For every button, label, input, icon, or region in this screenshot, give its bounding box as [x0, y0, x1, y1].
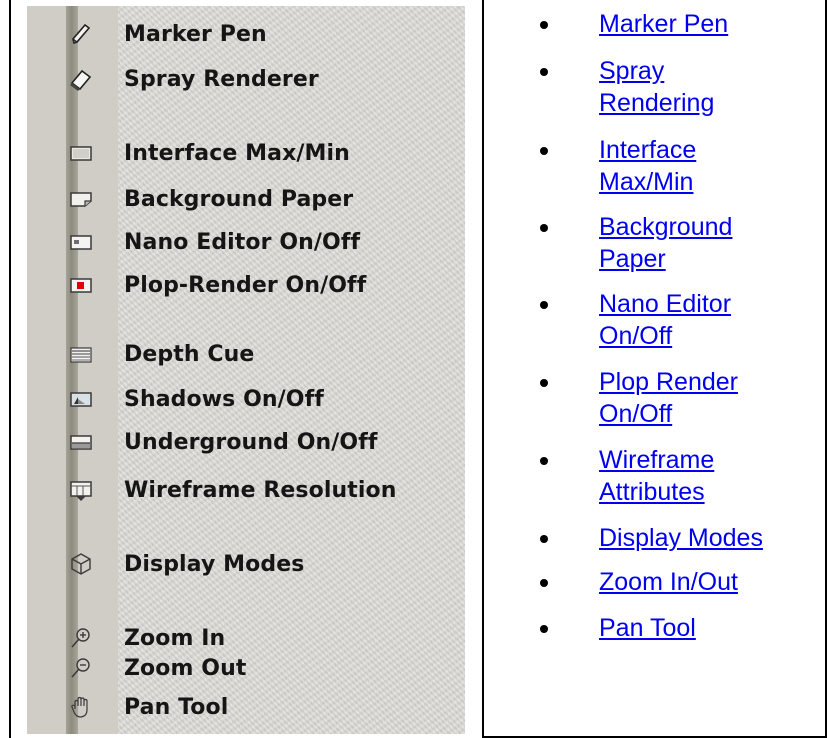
tool-depth-cue[interactable]: Depth Cue — [27, 338, 465, 372]
bullet-icon — [540, 224, 548, 232]
tool-shadows[interactable]: Shadows On/Off — [27, 383, 465, 417]
tool-interface-max-min[interactable]: Interface Max/Min — [27, 137, 465, 171]
table-border-middle — [482, 0, 484, 738]
shadows-icon — [69, 387, 93, 411]
bullet-icon — [540, 579, 548, 587]
bullet-icon — [540, 21, 548, 29]
marker-pen-icon — [69, 22, 93, 46]
tool-label: Marker Pen — [124, 22, 267, 47]
tool-label: Zoom In — [124, 626, 226, 651]
tool-label: Nano Editor On/Off — [124, 230, 361, 255]
link-spray-rendering[interactable]: Spray Rendering — [599, 55, 714, 119]
tool-label: Interface Max/Min — [124, 141, 350, 166]
link-interface-max-min[interactable]: Interface Max/Min — [599, 134, 696, 198]
tool-label: Wireframe Resolution — [124, 478, 397, 503]
tool-label: Shadows On/Off — [124, 387, 324, 412]
pan-tool-icon — [69, 695, 93, 719]
bullet-icon — [540, 379, 548, 387]
link-zoom-in-out[interactable]: Zoom In/Out — [599, 566, 738, 598]
bullet-icon — [540, 147, 548, 155]
plop-render-icon — [69, 273, 93, 297]
toolbar-panel: Marker Pen Spray Renderer Interface Max/… — [27, 6, 465, 734]
tool-label: Underground On/Off — [124, 430, 378, 455]
tool-label: Zoom Out — [124, 656, 247, 681]
background-paper-icon — [69, 187, 93, 211]
tool-zoom-in[interactable]: Zoom In — [27, 622, 465, 656]
tool-pan[interactable]: Pan Tool — [27, 691, 465, 725]
tool-marker-pen[interactable]: Marker Pen — [27, 18, 465, 52]
wireframe-resolution-icon — [69, 478, 93, 502]
bullet-icon — [540, 625, 548, 633]
underground-icon — [69, 430, 93, 454]
link-pan-tool[interactable]: Pan Tool — [599, 612, 696, 644]
bullet-icon — [540, 457, 548, 465]
link-wireframe-attributes[interactable]: Wireframe Attributes — [599, 444, 714, 508]
tool-label: Spray Renderer — [124, 67, 319, 92]
tool-label: Pan Tool — [124, 695, 229, 720]
nano-editor-icon — [69, 230, 93, 254]
link-background-paper[interactable]: Background Paper — [599, 211, 732, 275]
bullet-icon — [540, 535, 548, 543]
bullet-icon — [540, 301, 548, 309]
tool-background-paper[interactable]: Background Paper — [27, 183, 465, 217]
zoom-out-icon — [69, 656, 93, 680]
depth-cue-icon — [69, 342, 93, 366]
link-plop-render[interactable]: Plop Render On/Off — [599, 366, 738, 430]
tool-display-modes[interactable]: Display Modes — [27, 548, 465, 582]
tool-underground[interactable]: Underground On/Off — [27, 426, 465, 460]
tool-spray-renderer[interactable]: Spray Renderer — [27, 63, 465, 97]
tool-zoom-out[interactable]: Zoom Out — [27, 652, 465, 686]
link-marker-pen[interactable]: Marker Pen — [599, 8, 728, 40]
link-display-modes[interactable]: Display Modes — [599, 522, 763, 554]
link-nano-editor[interactable]: Nano Editor On/Off — [599, 288, 731, 352]
interface-max-min-icon — [69, 141, 93, 165]
tool-nano-editor[interactable]: Nano Editor On/Off — [27, 226, 465, 260]
bullet-icon — [540, 68, 548, 76]
tool-wireframe-resolution[interactable]: Wireframe Resolution — [27, 474, 465, 508]
tool-label: Background Paper — [124, 187, 354, 212]
table-border-left — [9, 0, 11, 738]
tool-label: Depth Cue — [124, 342, 255, 367]
display-modes-icon — [69, 552, 93, 576]
tool-plop-render[interactable]: Plop-Render On/Off — [27, 269, 465, 303]
zoom-in-icon — [69, 626, 93, 650]
tool-label: Plop-Render On/Off — [124, 273, 367, 298]
tool-label: Display Modes — [124, 552, 305, 577]
spray-renderer-icon — [69, 67, 93, 91]
